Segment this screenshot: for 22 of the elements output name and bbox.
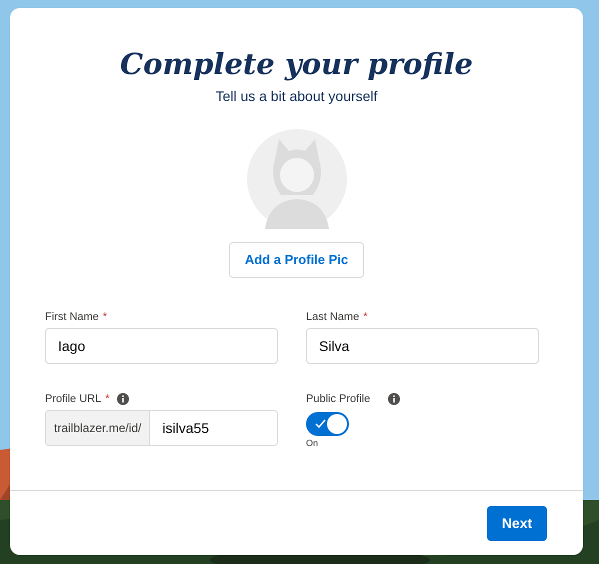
next-button[interactable]: Next: [487, 506, 547, 540]
required-asterisk: *: [102, 310, 108, 325]
field-label: Profile URL: [45, 392, 102, 407]
field-label: Last Name: [306, 310, 360, 325]
dialog-subtitle: Tell us a bit about yourself: [216, 87, 378, 106]
toggle-state-text: On: [306, 437, 320, 450]
text-input-field[interactable]: Silva: [306, 328, 539, 364]
add-profile-pic-button[interactable]: Add a Profile Pic: [228, 242, 364, 278]
required-asterisk: *: [105, 392, 110, 407]
check-icon: [315, 419, 326, 429]
avatar-placeholder-icon: [246, 129, 346, 229]
field-label: First Name: [45, 310, 99, 325]
required-asterisk: *: [363, 310, 368, 325]
dialog-title: Complete your profile: [120, 46, 473, 82]
text-input-field[interactable]: Iago: [45, 328, 278, 364]
field-label: Public Profile: [306, 392, 370, 407]
profile-url-field[interactable]: trailblazer.me/id/ isilva55: [45, 410, 278, 446]
toggle-thumb[interactable]: [327, 414, 347, 434]
info-icon: [116, 393, 129, 405]
url-prefix: trailblazer.me/id/: [46, 411, 150, 445]
info-icon: [388, 393, 400, 405]
public-profile-toggle[interactable]: [306, 412, 349, 436]
